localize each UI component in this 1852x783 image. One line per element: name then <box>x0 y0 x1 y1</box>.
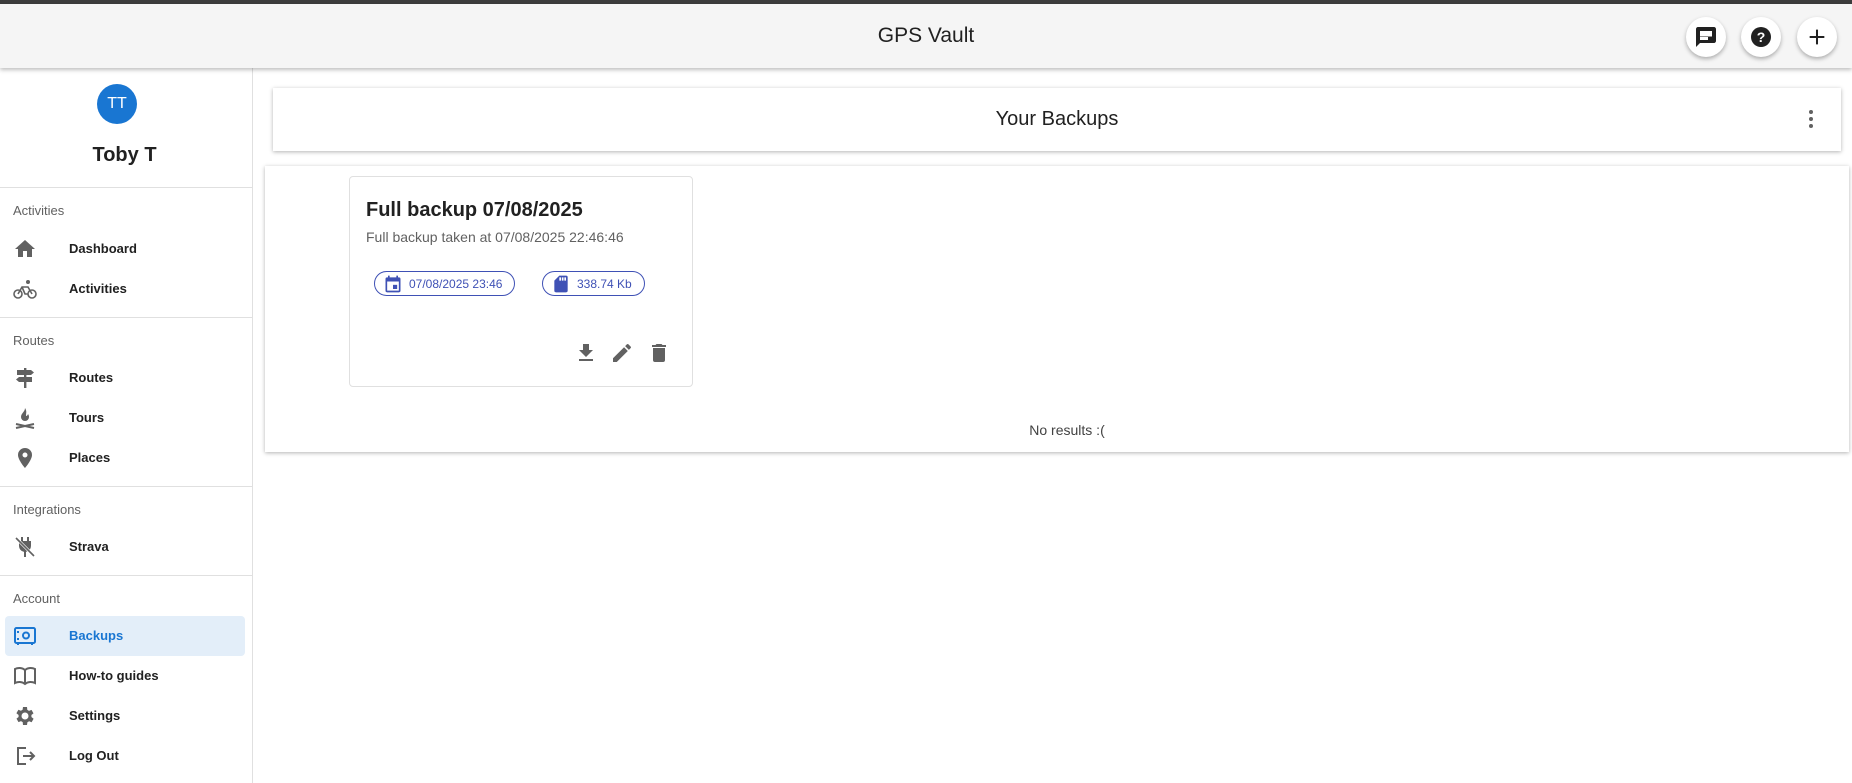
add-button[interactable] <box>1797 17 1837 57</box>
divider <box>0 486 252 487</box>
unplugged-icon <box>14 536 36 558</box>
backup-subtitle: Full backup taken at 07/08/2025 22:46:46 <box>366 229 624 245</box>
sidebar-item-label: Places <box>69 450 111 465</box>
date-chip: 07/08/2025 23:46 <box>374 271 516 296</box>
feedback-button[interactable] <box>1686 17 1726 57</box>
sidebar-item-routes[interactable]: Routes <box>5 358 245 398</box>
plus-icon <box>1809 29 1825 45</box>
sidebar-item-tours[interactable]: Tours <box>5 398 245 438</box>
delete-icon[interactable] <box>647 341 671 365</box>
signpost-icon <box>16 368 34 388</box>
download-icon[interactable] <box>574 341 598 365</box>
help-icon: ? <box>1751 27 1771 47</box>
app-bar: GPS Vault ? <box>0 4 1852 68</box>
divider <box>0 317 252 318</box>
section-label-account: Account <box>13 591 60 606</box>
sd-card-icon <box>554 275 568 292</box>
sidebar-item-places[interactable]: Places <box>5 438 245 478</box>
date-chip-label: 07/08/2025 23:46 <box>409 276 503 291</box>
home-icon <box>15 240 35 257</box>
sidebar-item-label: Strava <box>69 539 109 554</box>
sidebar-item-how-to-guides[interactable]: How-to guides <box>5 656 245 696</box>
map-pin-icon <box>18 448 32 468</box>
sidebar-item-label: Log Out <box>69 748 119 763</box>
sidebar-item-label: Tours <box>69 410 105 425</box>
sidebar-item-settings[interactable]: Settings <box>5 696 245 736</box>
app-title: GPS Vault <box>877 24 975 47</box>
backup-card[interactable]: Full backup 07/08/2025 Full backup taken… <box>349 176 693 387</box>
backup-title: Full backup 07/08/2025 <box>366 199 583 221</box>
sidebar-item-log-out[interactable]: Log Out <box>5 736 245 776</box>
size-chip: 338.74 Kb <box>542 271 645 296</box>
size-chip-label: 338.74 Kb <box>577 276 632 291</box>
sidebar-item-label: Backups <box>69 628 124 643</box>
sidebar-item-strava[interactable]: Strava <box>5 527 245 567</box>
sidebar-item-activities[interactable]: Activities <box>5 269 245 309</box>
sidebar-item-label: Activities <box>69 281 127 296</box>
logout-icon <box>17 747 36 765</box>
calendar-icon <box>385 275 401 292</box>
book-icon <box>14 666 36 686</box>
section-label-activities: Activities <box>13 203 65 218</box>
sidebar-item-dashboard[interactable]: Dashboard <box>5 229 245 269</box>
sidebar-item-backups[interactable]: Backups <box>5 616 245 656</box>
backups-header: Your Backups <box>273 88 1841 151</box>
help-button[interactable]: ? <box>1741 17 1781 57</box>
no-results-message: No results :( <box>1029 422 1105 438</box>
avatar[interactable]: TT <box>97 84 137 124</box>
divider <box>0 187 252 188</box>
svg-text:?: ? <box>1757 29 1766 45</box>
divider <box>0 575 252 576</box>
sidebar-item-label: How-to guides <box>69 668 159 683</box>
sidebar-item-label: Settings <box>69 708 121 723</box>
edit-icon[interactable] <box>610 341 634 365</box>
safe-icon <box>14 627 36 645</box>
sidebar: TT Toby T Activities Dashboard Activitie… <box>0 68 253 783</box>
section-label-integrations: Integrations <box>13 502 81 517</box>
campfire-icon <box>15 408 35 429</box>
page-title: Your Backups <box>995 108 1119 130</box>
sidebar-item-label: Routes <box>69 370 114 385</box>
feedback-icon <box>1696 27 1716 47</box>
backups-panel: Full backup 07/08/2025 Full backup taken… <box>265 166 1849 452</box>
sidebar-item-label: Dashboard <box>69 241 137 256</box>
gear-icon <box>16 707 34 725</box>
more-vert-icon[interactable] <box>1799 107 1823 131</box>
section-label-routes: Routes <box>13 333 55 348</box>
bicycle-icon <box>13 280 37 299</box>
user-name: Toby T <box>92 144 157 166</box>
